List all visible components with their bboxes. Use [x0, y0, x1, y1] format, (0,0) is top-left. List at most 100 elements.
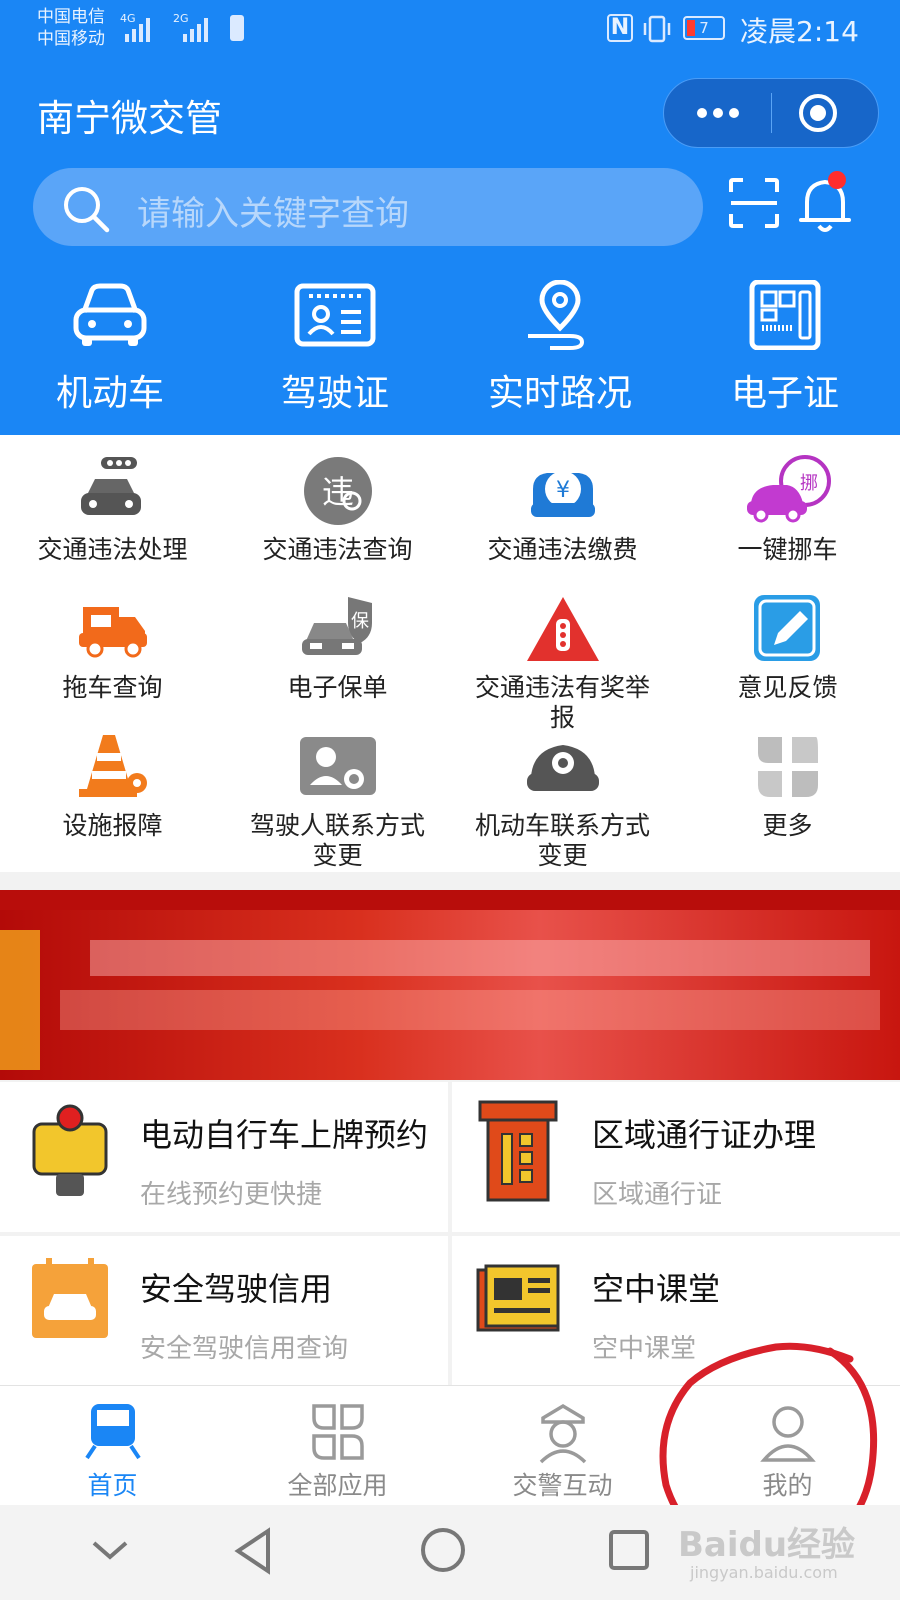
- area-pass-icon: [478, 1100, 558, 1202]
- search-input[interactable]: 请输入关键字查询: [33, 168, 703, 246]
- scan-icon[interactable]: [727, 176, 781, 230]
- calendar-car-icon: [32, 1258, 108, 1338]
- quick-action-label: 电子证: [730, 373, 839, 414]
- service-grid: 交通违法处理 违 交通违法查询 ¥ 交通违法缴费 挪 一键挪车 拖车查询 保 电…: [0, 435, 900, 872]
- card-safe-driving-credit[interactable]: 安全驾驶信用 安全驾驶信用查询: [0, 1236, 448, 1386]
- service-label: 意见反馈: [737, 673, 838, 702]
- tab-home[interactable]: 首页: [0, 1386, 225, 1502]
- service-label: 电子保单: [287, 673, 388, 702]
- quick-action-vehicle[interactable]: 机动车: [0, 280, 220, 416]
- quick-action-traffic[interactable]: 实时路况: [450, 280, 670, 416]
- newspaper-icon: [476, 1264, 560, 1332]
- service-label: 拖车查询: [62, 673, 163, 702]
- tab-label: 全部应用: [287, 1471, 388, 1500]
- watermark-url: jingyan.baidu.com: [690, 1563, 838, 1582]
- card-subtitle: 区域通行证: [592, 1180, 723, 1210]
- clock: 凌晨2:14: [740, 15, 859, 48]
- nfc-icon: N: [607, 14, 633, 42]
- search-placeholder: 请输入关键字查询: [137, 194, 409, 234]
- more-dots-icon: [697, 108, 739, 118]
- banner-decoration: [0, 890, 900, 910]
- tab-label: 交警互动: [512, 1471, 613, 1500]
- service-move-car[interactable]: 挪 一键挪车: [675, 455, 900, 565]
- more-menu-button[interactable]: [664, 79, 771, 147]
- service-label: 一键挪车: [737, 535, 838, 564]
- tab-police-interaction[interactable]: 交警互动: [450, 1386, 675, 1502]
- watermark-text: Baidu经验: [678, 1525, 856, 1565]
- quick-action-e-cert[interactable]: 电子证: [675, 280, 895, 416]
- service-label: 交通违法查询: [262, 535, 413, 564]
- promo-banner[interactable]: [0, 890, 900, 1080]
- service-label-line2: 变更: [537, 841, 588, 870]
- carrier-1: 中国电信: [37, 7, 105, 27]
- service-violation-payment[interactable]: ¥ 交通违法缴费: [450, 455, 675, 565]
- feedback-pencil-icon: [753, 595, 820, 661]
- service-feedback[interactable]: 意见反馈: [675, 593, 900, 703]
- tab-all-apps[interactable]: 全部应用: [225, 1386, 450, 1502]
- violation-search-icon: 违: [303, 457, 372, 525]
- card-area-pass[interactable]: 区域通行证办理 区域通行证: [452, 1082, 900, 1232]
- service-label-line2: 报: [549, 703, 575, 732]
- service-label: 更多: [762, 811, 813, 840]
- car-icon: [73, 283, 147, 346]
- report-triangle-icon: [526, 597, 599, 661]
- card-title: 区域通行证办理: [592, 1116, 817, 1154]
- battery-icon: 7: [683, 16, 725, 40]
- close-miniapp-button[interactable]: [772, 79, 878, 147]
- service-e-policy[interactable]: 保 电子保单: [225, 593, 450, 703]
- license-icon: [294, 283, 376, 347]
- back-triangle-icon[interactable]: [232, 1527, 276, 1575]
- quick-action-label: 机动车: [55, 373, 164, 414]
- system-navigation: Baidu经验 jingyan.baidu.com: [0, 1505, 900, 1600]
- service-tow-query[interactable]: 拖车查询: [0, 593, 225, 703]
- apps-icon: [311, 1404, 364, 1460]
- service-vehicle-contact[interactable]: 机动车联系方式 变更: [450, 731, 675, 871]
- yen-car-icon: ¥: [530, 471, 595, 517]
- card-subtitle: 在线预约更快捷: [140, 1180, 323, 1210]
- service-report-reward[interactable]: 交通违法有奖举 报: [450, 593, 675, 733]
- banner-pixelated-text: [90, 940, 870, 976]
- miniapp-capsule: [663, 78, 879, 148]
- service-violation-handle[interactable]: 交通违法处理: [0, 455, 225, 565]
- train-icon: [84, 1404, 141, 1460]
- card-title: 安全驾驶信用: [140, 1270, 333, 1308]
- battery-level: 7: [699, 19, 709, 37]
- banner-pixelated-text: [60, 990, 880, 1030]
- service-label: 机动车联系方式: [474, 811, 650, 840]
- svg-text:挪: 挪: [800, 473, 818, 494]
- banner-decoration: [0, 930, 40, 1070]
- chevron-down-icon[interactable]: [88, 1535, 132, 1565]
- service-label: 驾驶人联系方式: [249, 811, 425, 840]
- traffic-cone-icon: [78, 735, 147, 797]
- notification-bell-icon[interactable]: [795, 168, 855, 238]
- map-pin-icon: [528, 280, 585, 350]
- tab-label: 首页: [87, 1471, 138, 1500]
- signal-icon: [125, 16, 150, 42]
- service-driver-contact[interactable]: 驾驶人联系方式 变更: [225, 731, 450, 871]
- status-bar-carriers: 中国电信 中国移动: [37, 6, 105, 50]
- quick-action-license[interactable]: 驾驶证: [225, 280, 445, 416]
- move-car-icon: 挪: [746, 455, 831, 523]
- service-label: 交通违法有奖举: [474, 673, 650, 702]
- home-circle-icon[interactable]: [418, 1525, 468, 1575]
- driver-contact-icon: [299, 737, 376, 795]
- vehicle-contact-icon: [526, 745, 599, 791]
- insurance-car-icon: 保: [301, 597, 372, 655]
- search-icon: [64, 187, 110, 233]
- card-ebike-plate[interactable]: 电动自行车上牌预约 在线预约更快捷: [0, 1082, 448, 1232]
- carrier-2: 中国移动: [37, 29, 105, 49]
- police-icon: [539, 1403, 586, 1464]
- service-facility-report[interactable]: 设施报障: [0, 731, 225, 841]
- e-cert-icon: [749, 280, 821, 350]
- quick-action-label: 实时路况: [487, 373, 632, 414]
- e-bike-icon: [32, 1104, 108, 1196]
- service-label: 交通违法处理: [37, 535, 188, 564]
- car-traffic-light-icon: [80, 457, 141, 515]
- service-more[interactable]: 更多: [675, 731, 900, 841]
- target-close-icon: [799, 94, 837, 132]
- card-subtitle: 安全驾驶信用查询: [140, 1334, 349, 1364]
- card-title: 空中课堂: [592, 1270, 721, 1308]
- service-violation-query[interactable]: 违 交通违法查询: [225, 455, 450, 565]
- recents-square-icon[interactable]: [606, 1527, 652, 1573]
- service-label-line2: 变更: [312, 841, 363, 870]
